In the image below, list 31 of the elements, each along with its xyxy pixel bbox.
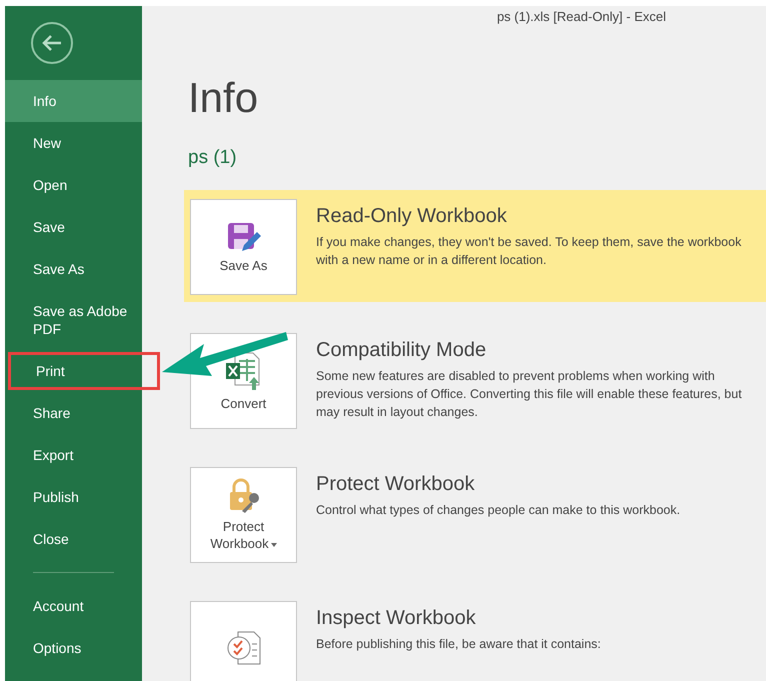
section-title: Inspect Workbook <box>316 606 477 631</box>
sidebar-item[interactable]: Save As <box>5 248 142 290</box>
action-button[interactable] <box>190 601 297 681</box>
floppy-disk-pencil-icon <box>226 220 262 252</box>
back-button[interactable] <box>31 22 73 64</box>
section-title: Compatibility Mode <box>316 338 488 363</box>
sidebar-item[interactable]: Close <box>5 518 142 560</box>
sidebar-item[interactable]: Share <box>5 392 142 434</box>
file-name: ps (1) <box>188 146 238 170</box>
caret-icon <box>270 542 277 547</box>
section-description: If you make changes, they won't be saved. To keep them, save the workbook with a new name or in a different location. <box>316 234 742 269</box>
action-button[interactable]: Protect Workbook <box>190 467 297 563</box>
sidebar-item[interactable]: New <box>5 122 142 164</box>
section-description: Before publishing this file, be aware that it contains: <box>316 636 601 653</box>
sidebar-item[interactable]: Open <box>5 164 142 206</box>
sidebar-item[interactable]: Options <box>5 627 142 669</box>
section-description: Some new features are disabled to prevent problems when working with previous versions of Office. Converting this file will enable these features, but may result in layout changes. <box>316 368 743 421</box>
sidebar-item[interactable]: Save <box>5 206 142 248</box>
section-description: Control what types of changes people can make to this workbook. <box>316 502 680 519</box>
back-arrow-icon <box>41 34 63 52</box>
sidebar-item[interactable]: Save as Adobe PDF <box>5 290 142 350</box>
window-title: ps (1).xls [Read-Only] - Excel <box>496 8 666 26</box>
section-title: Read-Only Workbook <box>316 204 508 229</box>
sidebar-item[interactable]: Export <box>5 434 142 476</box>
sidebar-item[interactable]: Publish <box>5 476 142 518</box>
section-title: Protect Workbook <box>316 472 476 497</box>
action-button[interactable]: Save As <box>190 199 297 295</box>
sidebar-item[interactable]: Print <box>8 352 160 390</box>
sidebar-item[interactable]: Account <box>5 585 142 627</box>
sidebar-item[interactable]: Info <box>5 80 142 122</box>
page-heading: Info <box>188 74 260 122</box>
